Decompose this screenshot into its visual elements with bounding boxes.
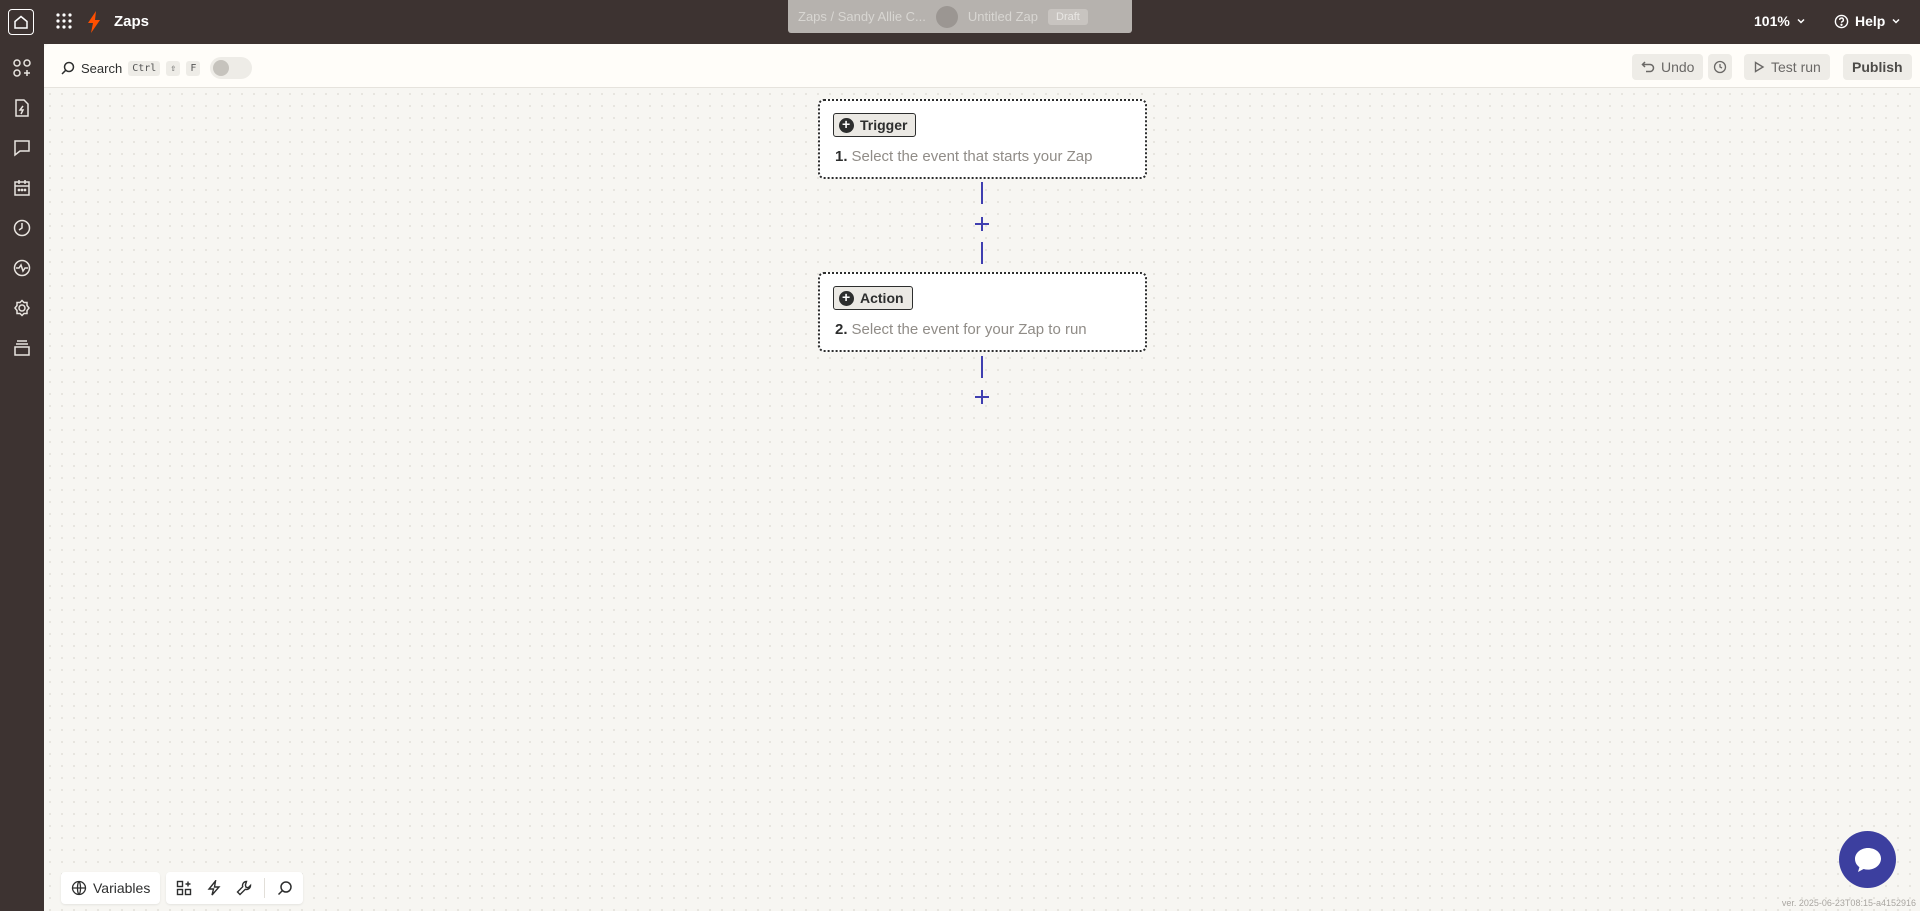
zap-name[interactable]: Untitled Zap [968, 9, 1038, 24]
publish-button[interactable]: Publish [1843, 54, 1912, 80]
canvas-tools [166, 872, 303, 904]
toggle-switch[interactable] [210, 57, 253, 79]
search-label: Search [81, 60, 123, 76]
sidebar [0, 44, 44, 911]
app-title: Zaps [114, 13, 150, 30]
plus-icon [975, 390, 989, 404]
top-bar: Zaps Zaps / Sandy Allie C... Untitled Za… [0, 0, 1920, 44]
zap-icon[interactable] [204, 878, 224, 898]
home-icon[interactable] [8, 9, 34, 35]
step-connector [981, 242, 983, 264]
add-step-button[interactable] [973, 215, 991, 233]
action-description: 2. Select the event for your Zap to run [835, 321, 1087, 338]
zap-file-icon[interactable] [12, 98, 32, 118]
activity-icon[interactable] [12, 258, 32, 278]
step-text: Select the event that starts your Zap [851, 148, 1093, 165]
editor-toolbar: Search Ctrl ⇧ F Undo Test run Publish [44, 44, 1920, 88]
clock-icon [1713, 60, 1727, 74]
chevron-down-icon [1892, 18, 1900, 24]
kbd-ctrl: Ctrl [128, 60, 161, 76]
step-text: Select the event for your Zap to run [851, 321, 1087, 338]
add-widget-icon[interactable] [174, 878, 194, 898]
help-icon [1834, 14, 1849, 28]
undo-label: Undo [1661, 59, 1695, 75]
apps-icon[interactable] [12, 58, 32, 78]
divider [264, 878, 265, 898]
add-circle-icon [839, 116, 854, 133]
zoom-value: 101% [1754, 13, 1790, 29]
variables-label: Variables [93, 880, 151, 896]
undo-icon [1641, 61, 1655, 73]
step-number: 1. [835, 148, 848, 165]
support-chat-button[interactable] [1839, 831, 1896, 888]
search-icon[interactable] [275, 878, 295, 898]
chat-icon[interactable] [12, 138, 32, 158]
history-icon[interactable] [12, 218, 32, 238]
calendar-icon[interactable] [12, 178, 32, 198]
zap-name-bar[interactable]: Zaps / Sandy Allie C... Untitled Zap Dra… [788, 0, 1132, 33]
zap-logo-icon [87, 11, 101, 33]
play-icon [1754, 61, 1765, 73]
step-connector [981, 356, 983, 378]
search-button[interactable]: Search Ctrl ⇧ F [61, 57, 253, 79]
globe-icon [71, 880, 87, 896]
kbd-f: F [186, 60, 201, 76]
help-label: Help [1855, 13, 1886, 29]
editor-canvas[interactable] [44, 88, 1920, 911]
action-badge[interactable]: Action [833, 286, 913, 310]
kbd-shift: ⇧ [166, 60, 181, 76]
tables-icon[interactable] [12, 338, 32, 358]
action-step-card[interactable]: Action 2.Select the event for your Zap t… [818, 272, 1147, 352]
apps-grid-icon[interactable] [55, 12, 73, 30]
variables-button[interactable]: Variables [61, 872, 161, 904]
undo-button[interactable]: Undo [1632, 54, 1704, 80]
wrench-icon[interactable] [234, 878, 254, 898]
plus-icon [975, 217, 989, 231]
status-badge: Draft [1048, 8, 1088, 25]
add-circle-icon [839, 289, 854, 306]
zoom-dropdown[interactable]: 101% [1754, 13, 1806, 29]
chevron-down-icon [1797, 18, 1805, 24]
version-history-button[interactable] [1708, 54, 1732, 80]
step-connector [981, 182, 983, 204]
chat-bubble-icon [1854, 847, 1881, 872]
trigger-badge[interactable]: Trigger [833, 113, 917, 137]
help-dropdown[interactable]: Help [1834, 13, 1901, 29]
settings-icon[interactable] [12, 298, 32, 318]
trigger-description: 1. Select the event that starts your Zap [835, 148, 1092, 165]
zap-folder-label[interactable]: Zaps / Sandy Allie C... [798, 9, 926, 24]
test-run-label: Test run [1771, 59, 1821, 75]
version-label: ver. 2025-06-23T08:15-a4152916 [1781, 898, 1916, 908]
test-run-button[interactable]: Test run [1744, 54, 1830, 80]
trigger-step-card[interactable]: Trigger 1.Select the event that starts y… [818, 99, 1147, 179]
action-badge-label: Action [860, 290, 904, 306]
avatar [935, 5, 958, 28]
search-icon [61, 61, 75, 75]
add-step-button[interactable] [973, 388, 991, 406]
trigger-badge-label: Trigger [860, 117, 908, 133]
step-number: 2. [835, 321, 848, 338]
